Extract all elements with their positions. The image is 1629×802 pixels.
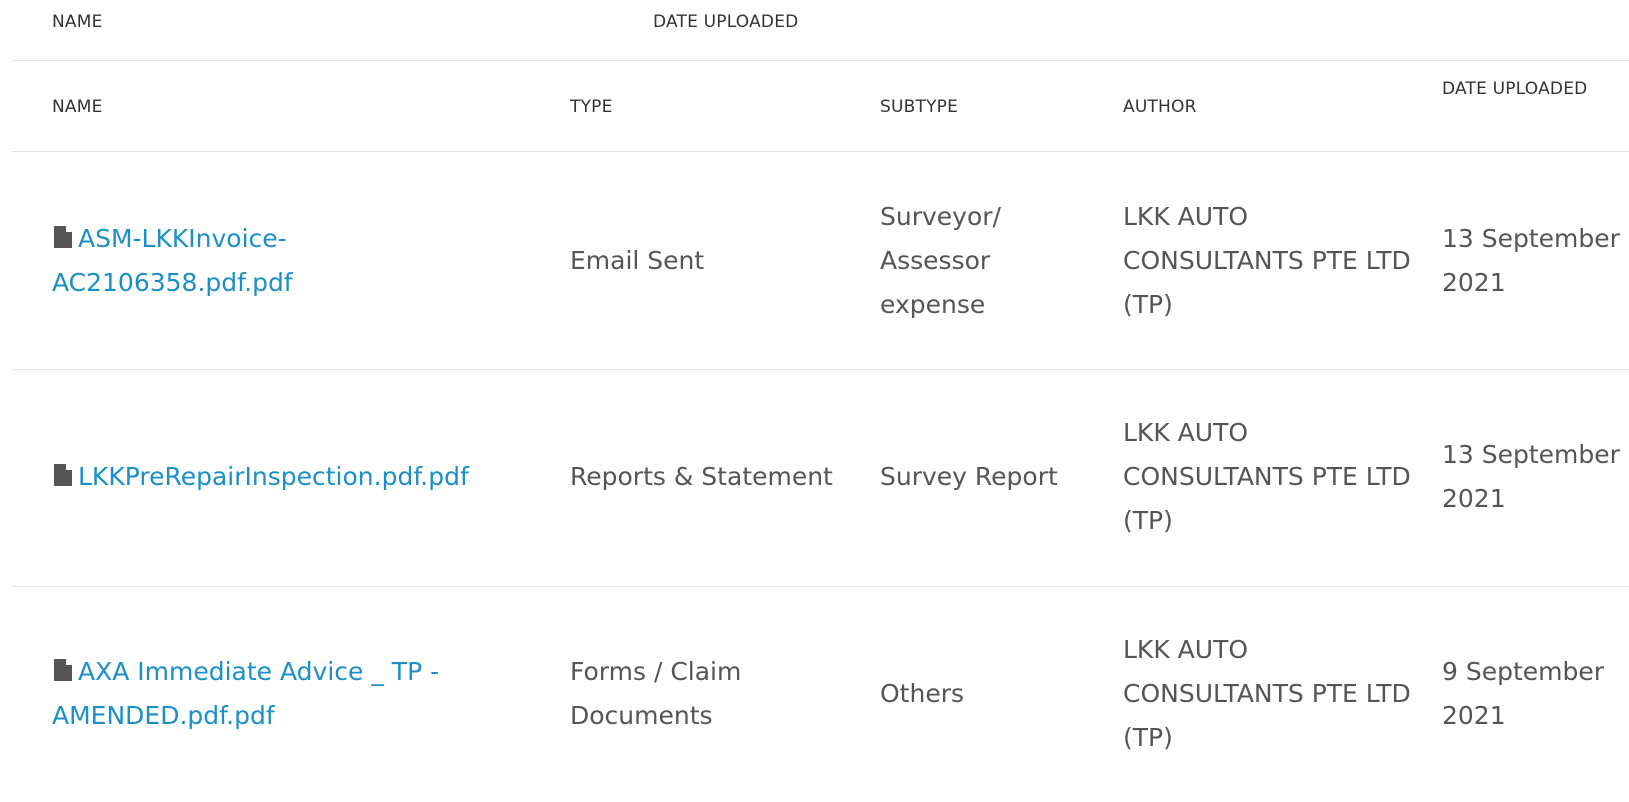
- divider: [12, 151, 1629, 152]
- column-header-author[interactable]: AUTHOR: [1123, 89, 1197, 125]
- cell-date: 9 September 2021: [1442, 586, 1622, 802]
- table-row: AXA Immediate Advice _ TP - AMENDED.pdf.…: [0, 586, 1629, 802]
- document-date: 13 September 2021: [1442, 440, 1620, 513]
- column-header-name[interactable]: NAME: [52, 89, 103, 125]
- document-link[interactable]: LKKPreRepairInspection.pdf.pdf: [52, 455, 469, 499]
- cell-author: LKK AUTO CONSULTANTS PTE LTD (TP): [1123, 153, 1413, 369]
- table-row: ASM-LKKInvoice-AC2106358.pdf.pdf Email S…: [0, 153, 1629, 369]
- cell-name: ASM-LKKInvoice-AC2106358.pdf.pdf: [52, 153, 522, 369]
- cell-author: LKK AUTO CONSULTANTS PTE LTD (TP): [1123, 369, 1413, 585]
- document-type: Forms / Claim Documents: [570, 657, 742, 730]
- sticky-table-header: NAME DATE UPLOADED: [0, 0, 1629, 43]
- sticky-header-date-uploaded[interactable]: DATE UPLOADED: [653, 12, 798, 32]
- column-header-date-uploaded[interactable]: DATE UPLOADED: [1442, 71, 1592, 107]
- column-header-type[interactable]: TYPE: [570, 89, 613, 125]
- cell-subtype: Surveyor/ Assessor expense: [880, 153, 1100, 369]
- cell-type: Forms / Claim Documents: [570, 586, 850, 802]
- cell-name: LKKPreRepairInspection.pdf.pdf: [52, 369, 522, 585]
- document-author: LKK AUTO CONSULTANTS PTE LTD (TP): [1123, 635, 1411, 752]
- document-subtype: Others: [880, 679, 965, 708]
- file-icon: [52, 225, 74, 249]
- document-name: LKKPreRepairInspection.pdf.pdf: [78, 462, 469, 491]
- document-type: Email Sent: [570, 246, 705, 275]
- cell-date: 13 September 2021: [1442, 369, 1622, 585]
- document-author: LKK AUTO CONSULTANTS PTE LTD (TP): [1123, 202, 1411, 319]
- cell-name: AXA Immediate Advice _ TP - AMENDED.pdf.…: [52, 586, 522, 802]
- document-subtype: Survey Report: [880, 462, 1058, 491]
- column-header-subtype[interactable]: SUBTYPE: [880, 89, 958, 125]
- cell-subtype: Survey Report: [880, 369, 1100, 585]
- document-subtype: Surveyor/ Assessor expense: [880, 202, 1001, 319]
- table-row: LKKPreRepairInspection.pdf.pdf Reports &…: [0, 369, 1629, 585]
- document-link[interactable]: AXA Immediate Advice _ TP - AMENDED.pdf.…: [52, 650, 522, 738]
- divider: [12, 60, 1629, 61]
- cell-date: 13 September 2021: [1442, 153, 1622, 369]
- document-name: ASM-LKKInvoice-AC2106358.pdf.pdf: [52, 224, 293, 297]
- document-type: Reports & Statement: [570, 462, 833, 491]
- document-date: 13 September 2021: [1442, 224, 1620, 297]
- cell-type: Reports & Statement: [570, 369, 850, 585]
- cell-type: Email Sent: [570, 153, 850, 369]
- document-link[interactable]: ASM-LKKInvoice-AC2106358.pdf.pdf: [52, 217, 522, 305]
- file-icon: [52, 463, 74, 487]
- cell-subtype: Others: [880, 586, 1100, 802]
- document-author: LKK AUTO CONSULTANTS PTE LTD (TP): [1123, 418, 1411, 535]
- sticky-header-name[interactable]: NAME: [52, 12, 103, 32]
- table-header: NAME TYPE SUBTYPE AUTHOR DATE UPLOADED: [0, 63, 1629, 151]
- file-icon: [52, 658, 74, 682]
- document-name: AXA Immediate Advice _ TP - AMENDED.pdf.…: [52, 657, 440, 730]
- document-date: 9 September 2021: [1442, 657, 1605, 730]
- cell-author: LKK AUTO CONSULTANTS PTE LTD (TP): [1123, 586, 1413, 802]
